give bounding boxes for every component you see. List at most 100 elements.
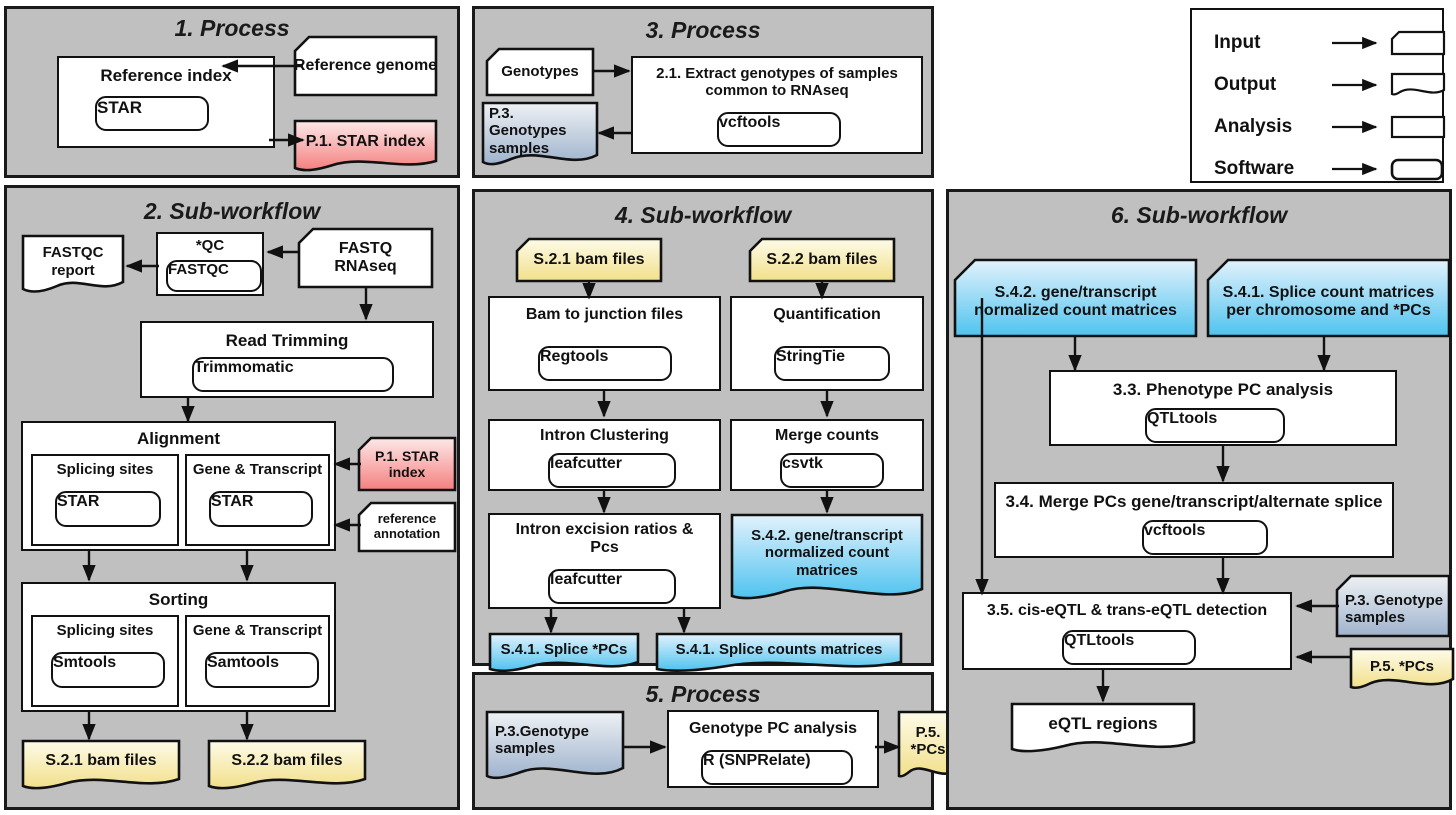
genotype-samples-label-6: P.3. Genotype samples (1345, 591, 1444, 626)
qc-node[interactable]: *QC FASTQC (156, 232, 264, 296)
merge-counts-node[interactable]: Merge counts csvtk (730, 419, 924, 491)
pcs-input-6[interactable]: P.5. *PCs (1349, 647, 1455, 695)
fastqc-software[interactable]: FASTQC (166, 260, 262, 292)
leafcutter-software-1[interactable]: leafcutter (548, 453, 676, 488)
star-index-output-label: P.1. STAR index (305, 132, 426, 150)
splice-counts-output[interactable]: S.4.1. Splice counts matrices (655, 632, 903, 674)
panel-3-process: 3. Process Genotypes P.3. Genotypes samp… (472, 6, 934, 178)
bam-to-junction-node[interactable]: Bam to junction files Regtools (488, 296, 721, 391)
star-software-1[interactable]: STAR (95, 96, 209, 131)
eqtl-regions-label: eQTL regions (1048, 714, 1158, 734)
legend-row-software: Software (1214, 156, 1446, 182)
panel-2-subworkflow: 2. Sub-workflow FASTQC report *QC FASTQC… (4, 185, 460, 810)
legend-arrow-input (1332, 36, 1384, 50)
genotypes-samples-output[interactable]: P.3. Genotypes samples (481, 101, 599, 171)
genotypes-samples-label: P.3. Genotypes samples (489, 105, 567, 157)
alignment-gene-label: Gene & Transcript (192, 461, 323, 478)
genotype-samples-input-5[interactable]: P.3.Genotype samples (485, 710, 625, 786)
read-trimming-node[interactable]: Read Trimming Trimmomatic (140, 321, 434, 398)
merge-counts-label: Merge counts (774, 427, 879, 444)
intron-clustering-node[interactable]: Intron Clustering leafcutter (488, 419, 721, 491)
read-trimming-label: Read Trimming (225, 331, 349, 350)
bam-to-junction-label: Bam to junction files (525, 306, 684, 323)
legend-shape-input-icon (1390, 30, 1446, 56)
genotype-pc-label: Genotype PC analysis (688, 720, 858, 737)
arrow-norm-to-phenotype (1068, 336, 1082, 376)
reference-annotation-input[interactable]: reference annotation (357, 501, 457, 553)
qtltools-software-2[interactable]: QTLtools (1062, 630, 1196, 665)
arrow-extract-to-samples (593, 126, 635, 140)
sorting-splicing-label: Splicing sites (56, 622, 154, 639)
bam-files-1-label: S.2.1 bam files (45, 752, 157, 770)
genotypes-input[interactable]: Genotypes (485, 47, 595, 97)
eqtl-regions-output[interactable]: eQTL regions (1010, 702, 1196, 756)
legend-arrow-output (1332, 78, 1384, 92)
sorting-node[interactable]: Sorting Splicing sites Smtools Gene & Tr… (21, 582, 336, 712)
arrow-pcs-to-eqtl (1289, 650, 1355, 664)
qtltools-software-1[interactable]: QTLtools (1145, 408, 1285, 443)
phenotype-pc-label: 3.3. Phenotype PC analysis (1112, 380, 1334, 399)
trimmomatic-software[interactable]: Trimmomatic (192, 357, 394, 392)
panel-4-subworkflow: 4. Sub-workflow S.2.1 bam files S.2.2 ba… (472, 189, 934, 672)
bam-files-2-output[interactable]: S.2.2 bam files (207, 739, 367, 793)
alignment-splicing-sites[interactable]: Splicing sites STAR (31, 454, 179, 546)
arrow-align-splice-to-sort (82, 550, 96, 586)
smtools-software[interactable]: Smtools (51, 652, 165, 688)
regtools-software[interactable]: Regtools (538, 346, 672, 381)
star-index-output[interactable]: P.1. STAR index (293, 119, 438, 175)
star-index-input-2[interactable]: P.1. STAR index (357, 436, 457, 492)
arrow-clustering-to-excision (597, 490, 611, 518)
pcs-output-5[interactable]: P.5. *PCs (897, 710, 959, 786)
intron-excision-node[interactable]: Intron excision ratios & Pcs leafcutter (488, 513, 721, 609)
eqtl-detection-node[interactable]: 3.5. cis-eQTL & trans-eQTL detection QTL… (962, 592, 1292, 670)
reference-genome-label: Reference genome (293, 56, 438, 74)
alignment-gene-transcript[interactable]: Gene & Transcript STAR (185, 454, 330, 546)
sorting-label: Sorting (148, 590, 209, 609)
normalized-counts-output[interactable]: S.4.2. gene/transcript normalized count … (730, 513, 924, 609)
stringtie-software[interactable]: StringTie (774, 346, 890, 381)
phenotype-pc-node[interactable]: 3.3. Phenotype PC analysis QTLtools (1049, 370, 1397, 446)
leafcutter-software-2[interactable]: leafcutter (548, 569, 676, 604)
splice-matrices-input-6[interactable]: S.4.1. Splice count matrices per chromos… (1206, 258, 1451, 338)
bam-files-2-label: S.2.2 bam files (231, 752, 343, 770)
splice-counts-label: S.4.1. Splice counts matrices (675, 640, 883, 658)
reference-genome-input[interactable]: Reference genome (293, 35, 438, 97)
star-software-splicing[interactable]: STAR (55, 491, 161, 527)
genotype-pc-node[interactable]: Genotype PC analysis R (SNPRelate) (667, 710, 879, 788)
fastq-rnaseq-input[interactable]: FASTQ RNAseq (297, 227, 434, 289)
panel-3-title: 3. Process (645, 17, 761, 43)
legend-shape-analysis-icon (1390, 114, 1446, 140)
arrow-qc-to-report (121, 259, 161, 273)
sorting-splicing-sites[interactable]: Splicing sites Smtools (31, 615, 179, 707)
csvtk-software[interactable]: csvtk (780, 453, 884, 488)
samtools-software[interactable]: Samtools (205, 652, 319, 688)
normalized-counts-input-6[interactable]: S.4.2. gene/transcript normalized count … (953, 258, 1198, 338)
extract-genotypes-node[interactable]: 2.1. Extract genotypes of samples common… (631, 56, 923, 154)
vcftools-software-1[interactable]: vcftools (717, 112, 841, 147)
legend-arrow-software (1332, 162, 1384, 176)
panel-5-process: 5. Process P.3.Genotype samples Genotype… (472, 672, 959, 810)
alignment-node[interactable]: Alignment Splicing sites STAR Gene & Tra… (21, 421, 336, 551)
legend-label-input: Input (1214, 32, 1261, 53)
legend-row-input: Input (1214, 30, 1446, 56)
bam-files-1-input[interactable]: S.2.1 bam files (515, 237, 663, 283)
snprelate-software[interactable]: R (SNPRelate) (701, 750, 853, 785)
quantification-node[interactable]: Quantification StringTie (730, 296, 924, 391)
genotype-samples-input-6[interactable]: P.3. Genotype samples (1335, 574, 1451, 638)
vcftools-software-2[interactable]: vcftools (1142, 520, 1268, 555)
legend-row-output: Output (1214, 72, 1446, 98)
bam-files-1-output[interactable]: S.2.1 bam files (21, 739, 181, 793)
arrow-splice-to-phenotype (1317, 336, 1331, 376)
legend-shape-software-icon (1390, 156, 1446, 182)
splice-pcs-output[interactable]: S.4.1. Splice *PCs (488, 632, 640, 674)
fastqc-report-output[interactable]: FASTQC report (21, 234, 125, 298)
sorting-gene-transcript[interactable]: Gene & Transcript Samtools (185, 615, 330, 707)
arrow-norm-side-to-eqtl (973, 298, 993, 604)
star-software-gene[interactable]: STAR (209, 491, 313, 527)
arrow-bam1-to-junction (582, 280, 596, 304)
pcs-input-label-6: P.5. *PCs (1370, 657, 1434, 675)
bam-files-2-input[interactable]: S.2.2 bam files (748, 237, 896, 283)
pcs-output-label-5: P.5. *PCs (910, 723, 946, 758)
arrow-bam2-to-quant (815, 280, 829, 304)
merge-pcs-node[interactable]: 3.4. Merge PCs gene/transcript/alternate… (994, 482, 1394, 558)
